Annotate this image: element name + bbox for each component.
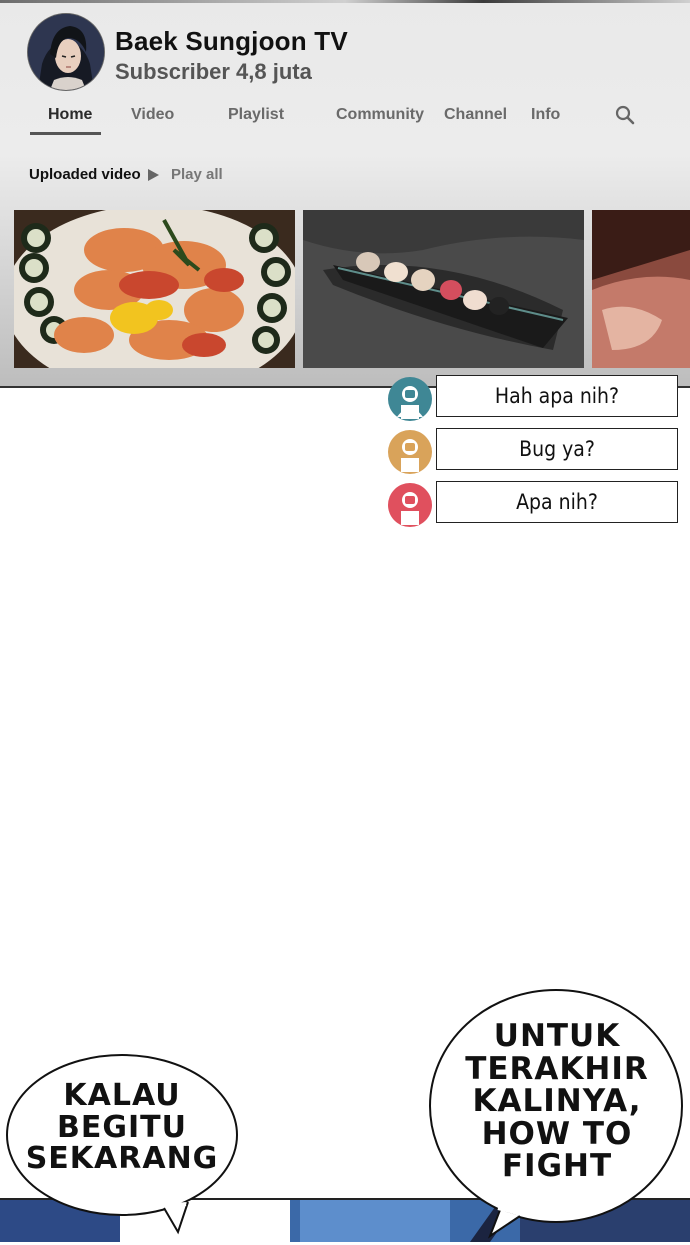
channel-panel: Baek Sungjoon TV Subscriber 4,8 juta Hom… bbox=[0, 0, 690, 388]
sushi-chef-image bbox=[592, 210, 690, 368]
tab-home[interactable]: Home bbox=[48, 106, 92, 124]
sushi-platter-image bbox=[14, 210, 295, 368]
channel-avatar[interactable] bbox=[28, 14, 104, 90]
chat-comment: Hah apa nih? bbox=[388, 375, 682, 421]
avatar-portrait bbox=[28, 14, 104, 90]
user-avatar-icon bbox=[388, 377, 432, 421]
sushi-boat-image bbox=[303, 210, 584, 368]
tab-community[interactable]: Community bbox=[336, 106, 424, 124]
tab-video[interactable]: Video bbox=[131, 106, 174, 124]
channel-tabs: Home Video Playlist Community Channel In… bbox=[0, 96, 690, 136]
chat-comment: Apa nih? bbox=[388, 481, 682, 527]
chat-comment: Bug ya? bbox=[388, 428, 682, 474]
play-icon[interactable] bbox=[146, 168, 160, 182]
play-all-button[interactable]: Play all bbox=[171, 166, 223, 183]
search-icon[interactable] bbox=[614, 104, 636, 126]
video-thumbnail[interactable] bbox=[592, 210, 690, 368]
video-thumbnail[interactable] bbox=[303, 210, 584, 368]
video-thumbnail[interactable] bbox=[14, 210, 295, 368]
speech-bubble-left: KALAU BEGITU SEKARANG bbox=[6, 1050, 242, 1240]
comment-text: Hah apa nih? bbox=[436, 375, 678, 417]
user-avatar-icon bbox=[388, 483, 432, 527]
top-art-strip bbox=[0, 0, 690, 3]
uploads-title: Uploaded video bbox=[29, 166, 141, 183]
channel-name[interactable]: Baek Sungjoon TV bbox=[115, 26, 348, 57]
bubble-text-right: UNTUK TERAKHIR KALINYA, HOW TO FIGHT bbox=[465, 1018, 649, 1185]
subscriber-count: Subscriber 4,8 juta bbox=[115, 59, 312, 84]
bubble-text-left: KALAU BEGITU SEKARANG bbox=[25, 1078, 219, 1176]
tab-playlist[interactable]: Playlist bbox=[228, 106, 284, 124]
active-tab-indicator bbox=[30, 132, 101, 135]
user-avatar-icon bbox=[388, 430, 432, 474]
tab-channel[interactable]: Channel bbox=[444, 106, 507, 124]
tab-info[interactable]: Info bbox=[531, 106, 560, 124]
comment-text: Bug ya? bbox=[436, 428, 678, 470]
speech-bubble-right: UNTUK TERAKHIR KALINYA, HOW TO FIGHT bbox=[428, 988, 686, 1240]
comment-text: Apa nih? bbox=[436, 481, 678, 523]
